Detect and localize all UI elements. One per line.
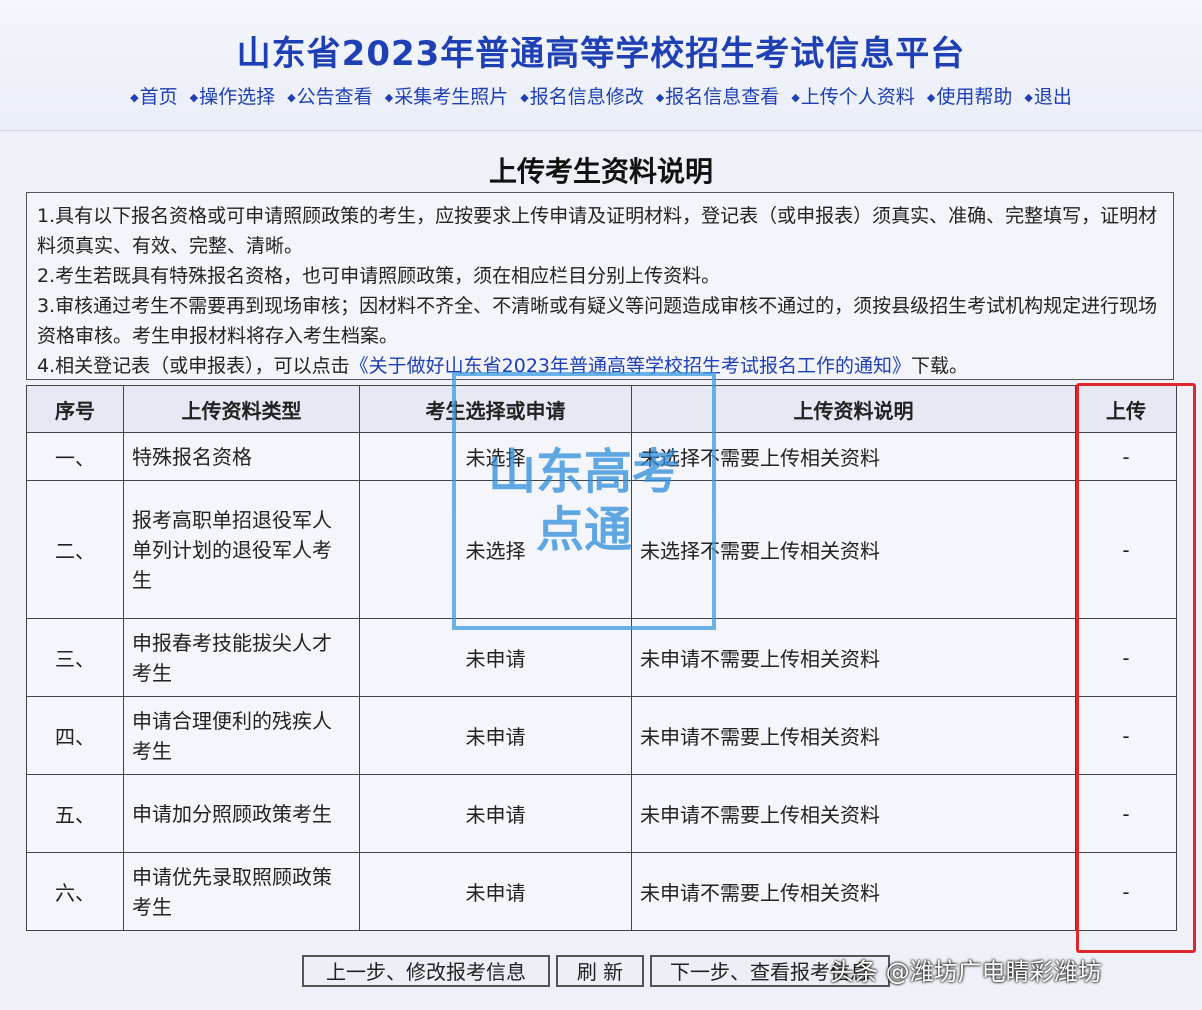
bullet-icon: ◆ — [520, 91, 529, 104]
nav-item-photo[interactable]: ◆采集考生照片 — [385, 86, 508, 108]
bullet-icon: ◆ — [926, 91, 936, 104]
table-row: 一、 特殊报名资格 未选择 未选择不需要上传相关资料 - — [26, 432, 1177, 481]
row-type: 申请优先录取照顾政策考生 — [123, 852, 360, 931]
nav-item-view-info[interactable]: ◆报名信息查看 — [656, 86, 779, 108]
row-no: 六、 — [26, 852, 124, 931]
table-row: 六、 申请优先录取照顾政策考生 未申请 未申请不需要上传相关资料 - — [26, 852, 1177, 931]
row-type: 申报春考技能拔尖人才考生 — [123, 618, 360, 697]
notice-download-link[interactable]: 《关于做好山东省2023年普通高等学校招生考试报名工作的通知》 — [350, 355, 911, 377]
row-status: 未申请 — [359, 852, 632, 931]
instruction-2: 2.考生若既具有特殊报名资格，也可申请照顾政策，须在相应栏目分别上传资料。 — [37, 265, 721, 287]
row-status: 未申请 — [359, 618, 632, 697]
col-header-type: 上传资料类型 — [123, 385, 360, 433]
table-row: 四、 申请合理便利的残疾人考生 未申请 未申请不需要上传相关资料 - — [26, 696, 1177, 775]
site-title: 山东省2023年普通高等学校招生考试信息平台 — [236, 34, 966, 74]
row-status: 未选择 — [359, 432, 632, 481]
table-row: 五、 申请加分照顾政策考生 未申请 未申请不需要上传相关资料 - — [26, 774, 1177, 853]
col-header-desc: 上传资料说明 — [631, 385, 1076, 433]
upload-column-highlight — [1076, 383, 1196, 953]
instruction-3: 3.审核通过考生不需要再到现场审核；因材料不齐全、不清晰或有疑义等问题造成审核不… — [37, 295, 1158, 347]
row-no: 二、 — [26, 480, 124, 619]
row-no: 一、 — [26, 432, 124, 481]
row-desc: 未申请不需要上传相关资料 — [631, 618, 1076, 697]
nav-item-upload[interactable]: ◆上传个人资料 — [791, 86, 914, 108]
source-credit: 头条 @潍坊广电睛彩潍坊 — [830, 958, 1102, 986]
bullet-icon: ◆ — [287, 91, 296, 104]
row-desc: 未申请不需要上传相关资料 — [631, 852, 1076, 931]
main-nav: ◆首页 ◆操作选择 ◆公告查看 ◆采集考生照片 ◆报名信息修改 ◆报名信息查看 … — [0, 82, 1202, 109]
bullet-icon: ◆ — [189, 91, 199, 104]
row-status: 未选择 — [359, 480, 632, 619]
instruction-1: 1.具有以下报名资格或可申请照顾政策的考生，应按要求上传申请及证明材料，登记表（… — [37, 205, 1158, 257]
row-desc: 未申请不需要上传相关资料 — [631, 774, 1076, 853]
row-no: 三、 — [26, 618, 124, 697]
nav-item-edit-info[interactable]: ◆报名信息修改 — [520, 86, 643, 108]
instruction-4: 4.相关登记表（或申报表），可以点击《关于做好山东省2023年普通高等学校招生考… — [37, 355, 969, 377]
prev-step-button[interactable]: 上一步、修改报考信息 — [302, 955, 550, 987]
row-type: 特殊报名资格 — [123, 432, 360, 481]
row-status: 未申请 — [359, 696, 632, 775]
nav-item-logout[interactable]: ◆退出 — [1024, 86, 1071, 108]
row-type: 报考高职单招退役军人单列计划的退役军人考生 — [123, 480, 360, 619]
table-header-row: 序号 上传资料类型 考生选择或申请 上传资料说明 上传 — [26, 385, 1177, 433]
row-desc: 未申请不需要上传相关资料 — [631, 696, 1076, 775]
col-header-no: 序号 — [26, 385, 124, 433]
nav-item-announcements[interactable]: ◆公告查看 — [287, 86, 372, 108]
nav-item-help[interactable]: ◆使用帮助 — [927, 86, 1012, 108]
row-no: 五、 — [26, 774, 124, 853]
bullet-icon: ◆ — [130, 91, 139, 104]
row-status: 未申请 — [359, 774, 632, 853]
bullet-icon: ◆ — [791, 91, 800, 104]
refresh-button[interactable]: 刷 新 — [556, 955, 644, 987]
bullet-icon: ◆ — [655, 91, 665, 104]
nav-item-home[interactable]: ◆首页 — [130, 86, 177, 108]
row-type: 申请加分照顾政策考生 — [123, 774, 360, 853]
nav-item-operation[interactable]: ◆操作选择 — [190, 86, 275, 108]
upload-materials-table: 序号 上传资料类型 考生选择或申请 上传资料说明 上传 一、 特殊报名资格 未选… — [26, 385, 1177, 931]
table-row: 三、 申报春考技能拔尖人才考生 未申请 未申请不需要上传相关资料 - — [26, 618, 1177, 697]
table-row: 二、 报考高职单招退役军人单列计划的退役军人考生 未选择 未选择不需要上传相关资… — [26, 480, 1177, 619]
col-header-status: 考生选择或申请 — [359, 385, 632, 433]
row-desc: 未选择不需要上传相关资料 — [631, 480, 1076, 619]
header: 山东省2023年普通高等学校招生考试信息平台 ◆首页 ◆操作选择 ◆公告查看 ◆… — [0, 0, 1202, 131]
row-type: 申请合理便利的残疾人考生 — [123, 696, 360, 775]
row-desc: 未选择不需要上传相关资料 — [631, 432, 1076, 481]
bullet-icon: ◆ — [1024, 91, 1033, 104]
instructions-box: 1.具有以下报名资格或可申请照顾政策的考生，应按要求上传申请及证明材料，登记表（… — [26, 192, 1174, 380]
row-no: 四、 — [26, 696, 124, 775]
page-title: 上传考生资料说明 — [488, 155, 713, 188]
bullet-icon: ◆ — [384, 91, 394, 104]
